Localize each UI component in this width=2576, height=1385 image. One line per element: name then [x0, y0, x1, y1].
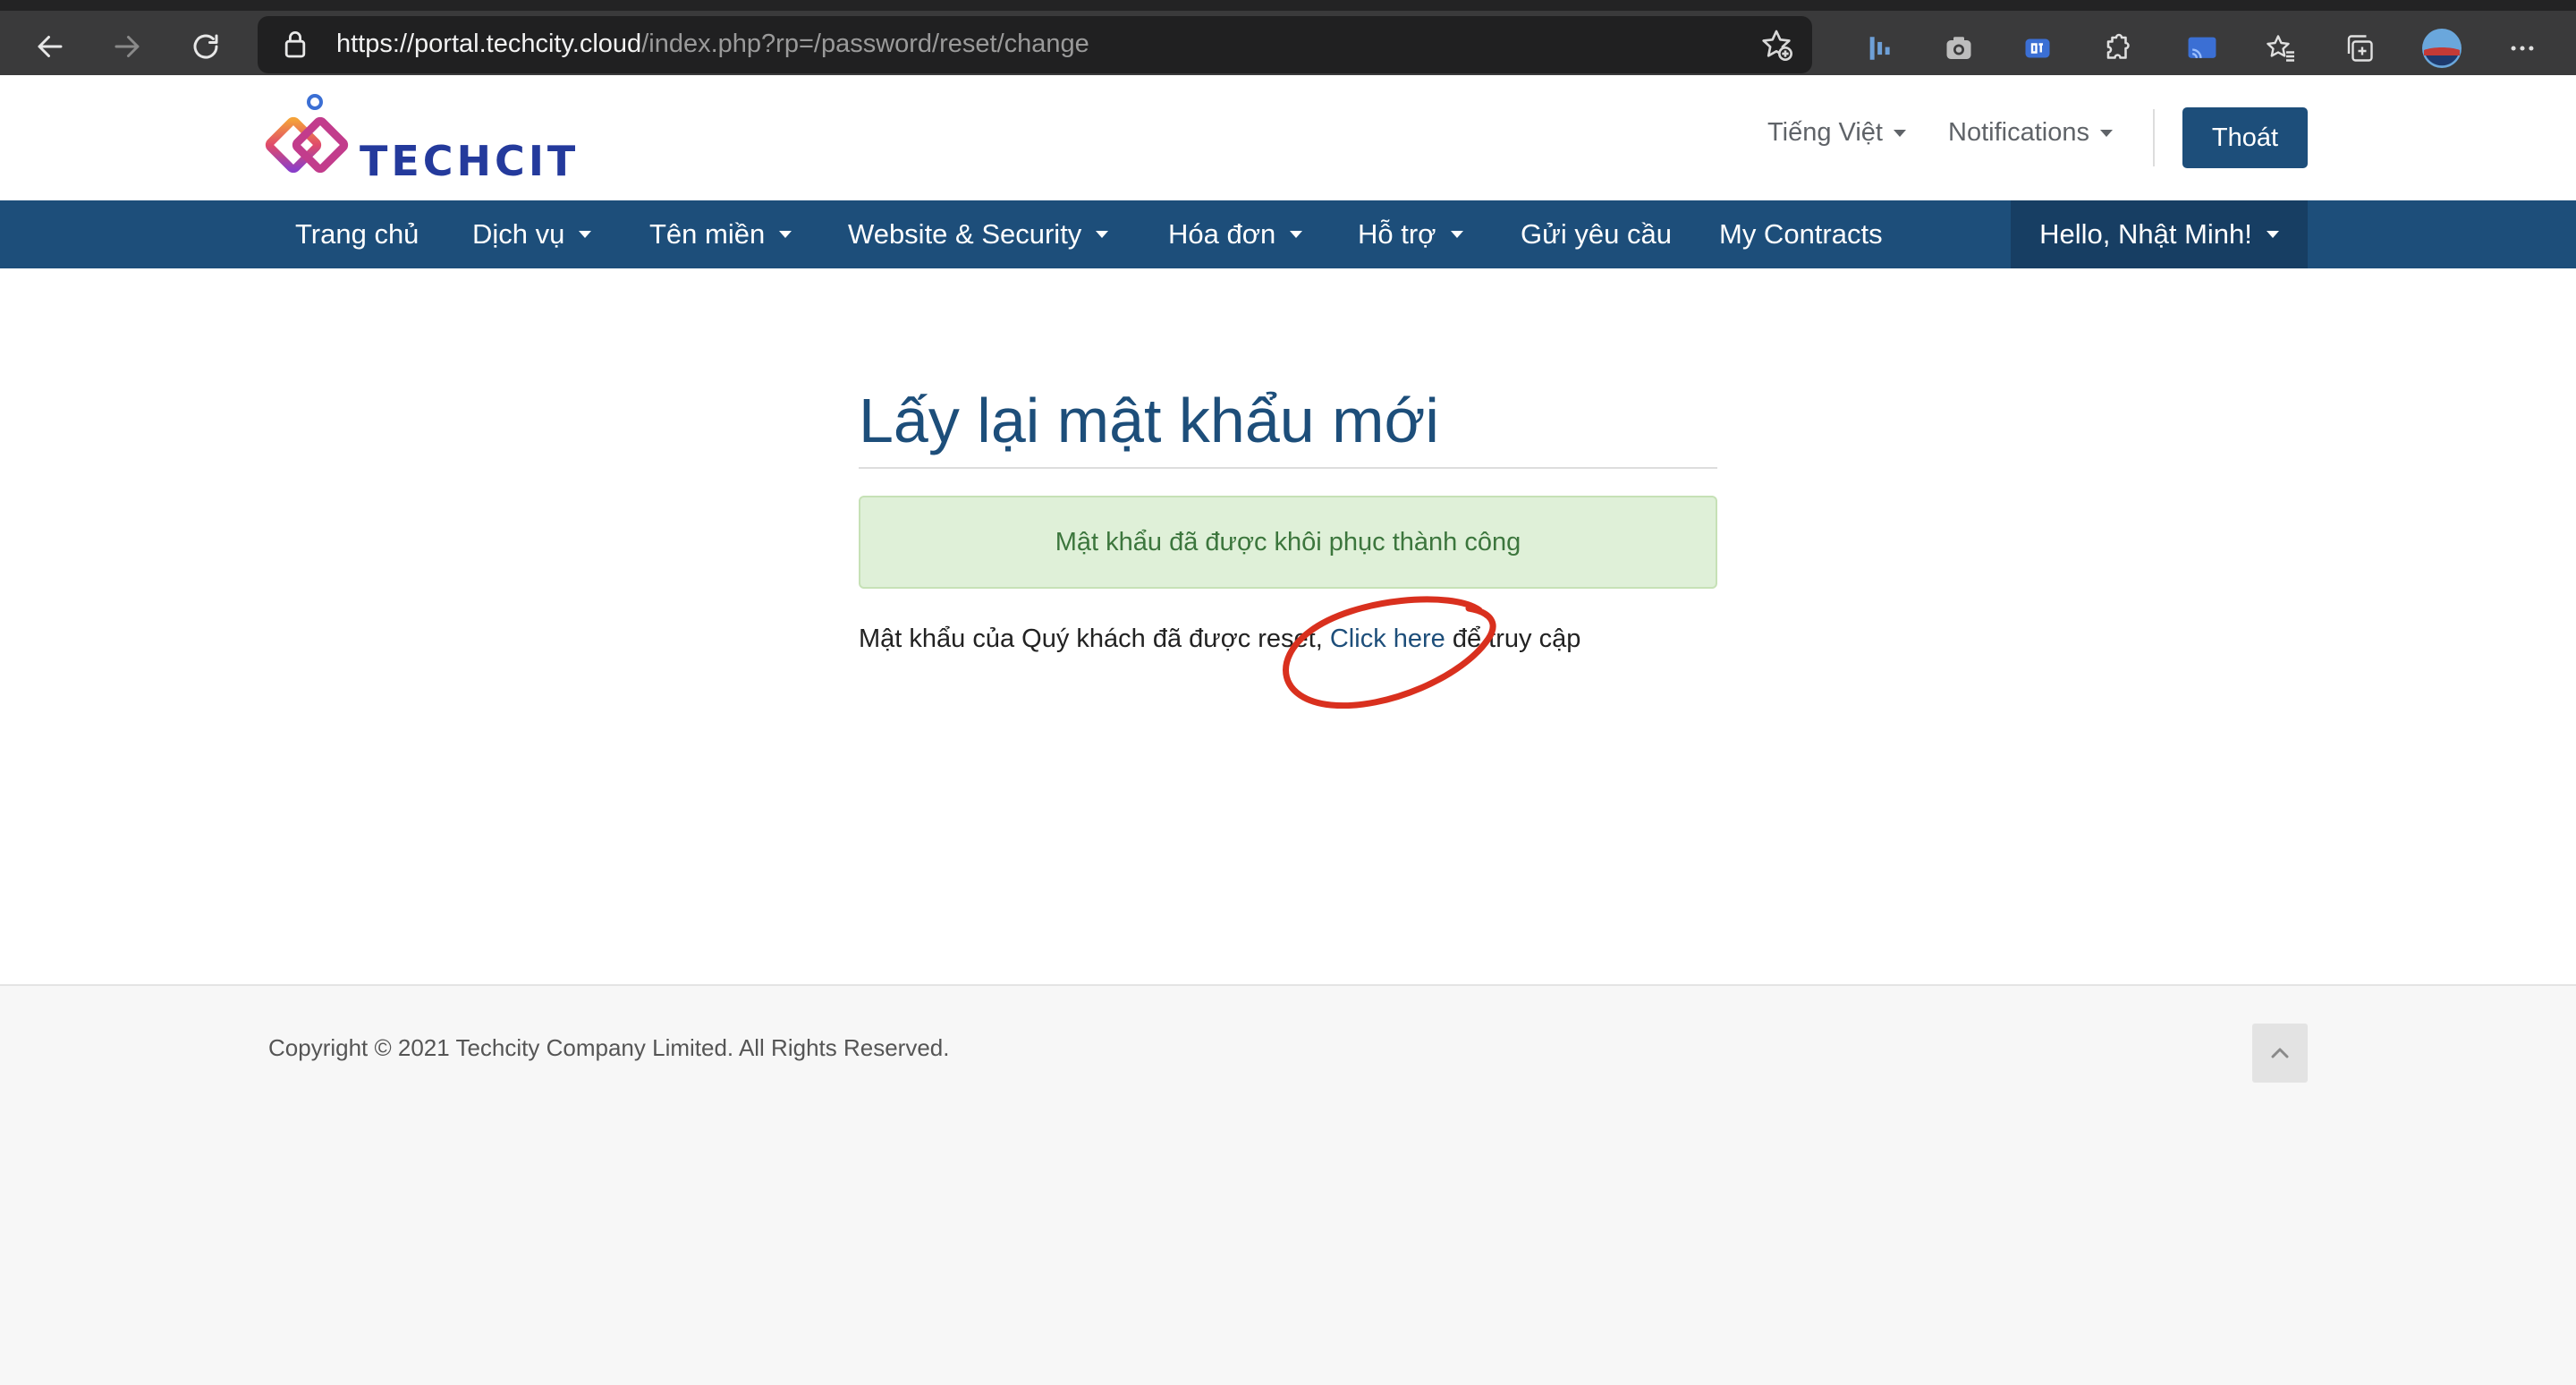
- nav-item-label: Gửi yêu cầu: [1521, 218, 1672, 250]
- logout-button[interactable]: Thoát: [2182, 107, 2308, 168]
- extension-bars-icon[interactable]: [1853, 21, 1907, 75]
- cast-icon[interactable]: [2175, 21, 2229, 75]
- caret-down-icon: [2099, 129, 2113, 137]
- url-host: https://portal.techcity.cloud: [336, 30, 642, 58]
- page-title: Lấy lại mật khẩu mới: [859, 386, 1439, 455]
- copyright-text: Copyright © 2021 Techcity Company Limite…: [268, 1034, 950, 1061]
- caret-down-icon: [1893, 129, 1906, 137]
- site-header: TECHCITY Tiếng Việt Notifications Thoát: [0, 75, 2576, 200]
- reset-message-prefix: Mật khẩu của Quý khách đã được reset,: [859, 625, 1330, 653]
- logo-text: TECHCITY: [360, 137, 578, 185]
- chevron-up-icon: [2271, 1048, 2289, 1058]
- caret-down-icon: [579, 231, 592, 238]
- translate-extension-icon[interactable]: [2011, 21, 2064, 75]
- caret-down-icon: [2266, 231, 2279, 238]
- nav-item-open-ticket[interactable]: Gửi yêu cầu: [1521, 200, 1672, 268]
- nav-item-home[interactable]: Trang chủ: [295, 200, 419, 268]
- profile-avatar-icon[interactable]: [2415, 21, 2469, 75]
- main-navigation: Trang chủ Dịch vụ Tên miền Website & Sec…: [0, 200, 2576, 268]
- add-favorite-icon[interactable]: [1758, 27, 1794, 63]
- caret-down-icon: [1290, 231, 1303, 238]
- language-label: Tiếng Việt: [1767, 118, 1883, 147]
- more-menu-icon[interactable]: [2496, 21, 2549, 75]
- main-content: Lấy lại mật khẩu mới Mật khẩu đã được kh…: [0, 268, 2576, 984]
- url-text: https://portal.techcity.cloud/index.php?…: [336, 30, 1089, 59]
- nav-item-my-contracts[interactable]: My Contracts: [1719, 200, 1883, 268]
- url-path: /index.php?rp=/password/reset/change: [641, 30, 1089, 58]
- nav-item-website-security[interactable]: Website & Security: [848, 200, 1109, 268]
- lock-icon: [284, 31, 306, 58]
- techcity-logo[interactable]: TECHCITY: [265, 89, 609, 188]
- notifications-label: Notifications: [1948, 118, 2089, 147]
- collections-icon[interactable]: [2333, 21, 2386, 75]
- reload-icon: [193, 34, 218, 59]
- reload-button[interactable]: [179, 20, 233, 73]
- nav-item-label: Tên miền: [649, 218, 766, 250]
- arrow-right-icon: [114, 36, 140, 57]
- user-account-dropdown[interactable]: Hello, Nhật Minh!: [2011, 200, 2308, 268]
- nav-item-label: Dịch vụ: [472, 218, 565, 250]
- notifications-dropdown[interactable]: Notifications: [1948, 118, 2113, 148]
- nav-item-domains[interactable]: Tên miền: [649, 200, 792, 268]
- favorites-icon[interactable]: [2254, 21, 2308, 75]
- back-to-top-button[interactable]: [2252, 1024, 2308, 1083]
- user-greeting: Hello, Nhật Minh!: [2039, 218, 2252, 250]
- nav-item-services[interactable]: Dịch vụ: [472, 200, 592, 268]
- address-bar[interactable]: https://portal.techcity.cloud/index.php?…: [258, 16, 1812, 73]
- browser-toolbar: https://portal.techcity.cloud/index.php?…: [0, 0, 2576, 75]
- header-divider: [2153, 109, 2155, 166]
- reset-message: Mật khẩu của Quý khách đã được reset, Cl…: [859, 625, 1580, 654]
- camera-icon[interactable]: [1932, 21, 1986, 75]
- nav-item-billing[interactable]: Hóa đơn: [1168, 200, 1303, 268]
- reset-message-suffix: để truy cập: [1445, 625, 1581, 653]
- language-dropdown[interactable]: Tiếng Việt: [1767, 118, 1906, 148]
- caret-down-icon: [1096, 231, 1109, 238]
- site-footer: Copyright © 2021 Techcity Company Limite…: [0, 984, 2576, 1385]
- nav-item-label: Trang chủ: [295, 218, 419, 250]
- success-alert: Mật khẩu đã được khôi phục thành công: [859, 496, 1717, 589]
- caret-down-icon: [1450, 231, 1463, 238]
- nav-item-support[interactable]: Hỗ trợ: [1358, 200, 1463, 268]
- arrow-left-icon: [38, 36, 63, 57]
- forward-button[interactable]: [100, 20, 154, 73]
- caret-down-icon: [779, 231, 792, 238]
- title-divider: [859, 467, 1717, 469]
- nav-item-label: My Contracts: [1719, 218, 1883, 250]
- back-button[interactable]: [23, 20, 77, 73]
- click-here-link[interactable]: Click here: [1330, 625, 1445, 653]
- nav-item-label: Hỗ trợ: [1358, 218, 1436, 250]
- nav-item-label: Website & Security: [848, 218, 1082, 250]
- extensions-puzzle-icon[interactable]: [2089, 21, 2143, 75]
- nav-item-label: Hóa đơn: [1168, 218, 1276, 250]
